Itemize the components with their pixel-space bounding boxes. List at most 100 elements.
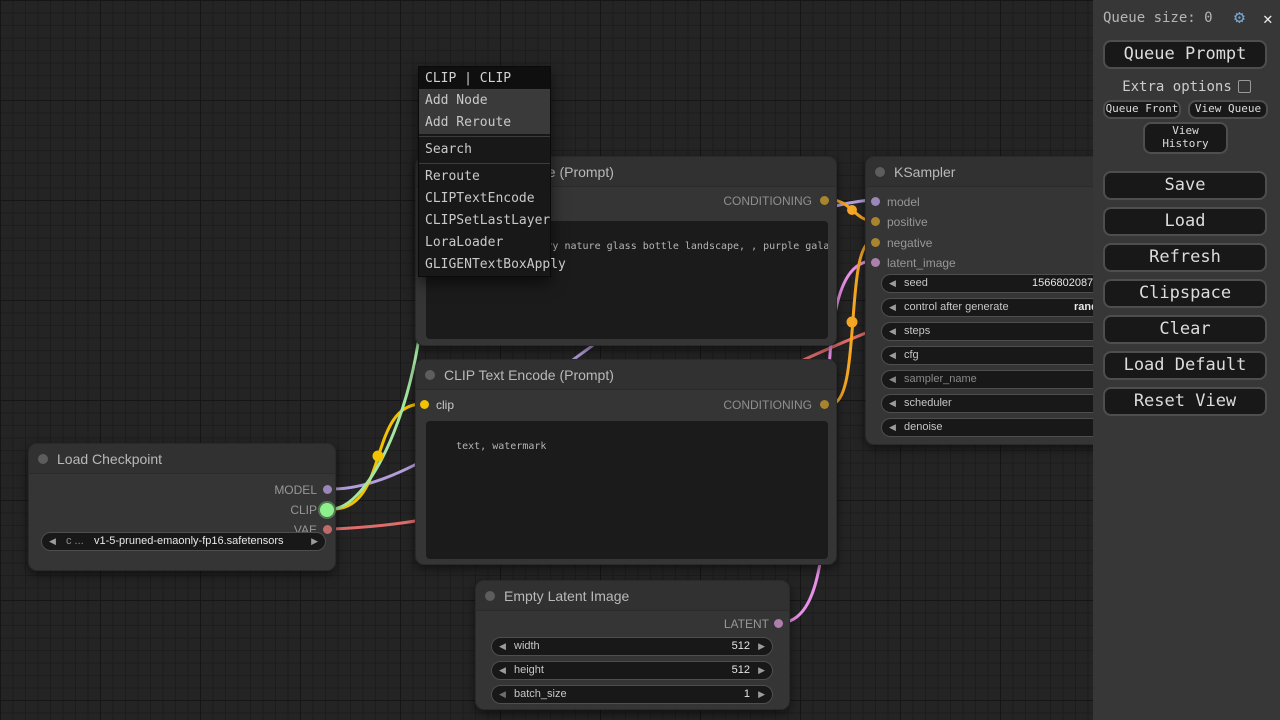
height-widget[interactable]: ◀ height 512 ▶ [491,661,773,680]
batch-size-label: batch_size [514,686,567,703]
cfg-label: cfg [904,347,919,364]
latent-image-input-label: latent_image [887,256,956,270]
model-input-label: model [887,195,920,209]
ckpt-name-label: c ... [66,533,84,550]
menu-separator [419,136,550,137]
control-after-generate-label: control after generate [904,299,1009,316]
negative-input-label: negative [887,236,932,250]
view-history-button[interactable]: View History [1143,122,1228,154]
seed-value: 1566802087 [1032,275,1093,292]
menu-item-add-node[interactable]: Add Node [419,90,550,112]
menu-item-clipsetlastlayer[interactable]: CLIPSetLastLayer [419,210,550,232]
vae-output-slot[interactable] [323,525,332,534]
height-value: 512 [732,662,750,679]
comfy-menu-panel: Queue size: 0 ⚙ ✕ Queue Prompt Extra opt… [1093,0,1280,720]
negative-prompt-text: text, watermark [456,441,546,452]
queue-front-button[interactable]: Queue Front [1103,100,1181,119]
link-dot-clip [373,451,384,462]
increment-arrow-icon[interactable]: ▶ [758,662,765,679]
clip-output-slot[interactable] [320,503,334,517]
save-button[interactable]: Save [1103,171,1267,200]
clip-output-label: CLIP [290,503,317,517]
increment-arrow-icon[interactable]: ▶ [311,533,318,550]
decrement-arrow-icon[interactable]: ◀ [499,662,506,679]
negative-input-slot[interactable] [871,238,880,247]
menu-item-cliptextencode[interactable]: CLIPTextEncode [419,188,550,210]
queue-size-label: Queue size: [1103,10,1196,26]
close-icon[interactable]: ✕ [1263,9,1273,28]
menu-item-search[interactable]: Search [419,139,550,161]
menu-item-add-reroute[interactable]: Add Reroute [419,112,550,134]
decrement-arrow-icon[interactable]: ◀ [499,638,506,655]
node-clip-text-encode-negative[interactable]: CLIP Text Encode (Prompt) clip CONDITION… [415,359,837,565]
positive-input-slot[interactable] [871,217,880,226]
height-label: height [514,662,544,679]
load-button[interactable]: Load [1103,207,1267,236]
decrement-arrow-icon[interactable]: ◀ [49,533,56,550]
extra-options-checkbox[interactable] [1238,80,1251,93]
link-dragging [333,272,424,509]
conditioning-output-label: CONDITIONING [723,194,812,208]
node-load-checkpoint[interactable]: Load Checkpoint MODEL CLIP VAE ◀ c ... v… [28,443,336,571]
reset-view-button[interactable]: Reset View [1103,387,1267,416]
node-collapse-dot[interactable] [38,454,48,464]
node-title-bar[interactable]: Load Checkpoint [29,444,335,474]
load-default-button[interactable]: Load Default [1103,351,1267,380]
menu-separator [419,163,550,164]
queue-prompt-button[interactable]: Queue Prompt [1103,40,1267,69]
queue-size-value: 0 [1204,10,1212,26]
node-title: CLIP Text Encode (Prompt) [444,367,614,383]
denoise-label: denoise [904,419,943,436]
model-output-slot[interactable] [323,485,332,494]
width-widget[interactable]: ◀ width 512 ▶ [491,637,773,656]
ckpt-name-value: v1-5-pruned-emaonly-fp16.safetensors [94,533,284,550]
clear-button[interactable]: Clear [1103,315,1267,344]
decrement-arrow-icon[interactable]: ◀ [889,347,896,364]
model-input-slot[interactable] [871,197,880,206]
refresh-button[interactable]: Refresh [1103,243,1267,272]
context-menu-header: CLIP | CLIP [419,67,550,90]
increment-arrow-icon[interactable]: ▶ [758,638,765,655]
queue-size-row: Queue size: 0 ⚙ ✕ [1103,10,1273,32]
decrement-arrow-icon[interactable]: ◀ [889,371,896,388]
latent-image-input-slot[interactable] [871,258,880,267]
node-collapse-dot[interactable] [875,167,885,177]
decrement-arrow-icon[interactable]: ◀ [499,686,506,703]
decrement-arrow-icon[interactable]: ◀ [889,419,896,436]
node-title-bar[interactable]: CLIP Text Encode (Prompt) [416,360,836,390]
settings-gear-icon[interactable]: ⚙ [1234,7,1245,28]
conditioning-output-slot[interactable] [820,400,829,409]
clipspace-button[interactable]: Clipspace [1103,279,1267,308]
ckpt-name-widget[interactable]: ◀ c ... v1-5-pruned-emaonly-fp16.safeten… [41,532,326,551]
steps-label: steps [904,323,930,340]
node-collapse-dot[interactable] [425,370,435,380]
width-label: width [514,638,540,655]
node-title-bar[interactable]: Empty Latent Image [476,581,789,611]
negative-prompt-textarea[interactable]: text, watermark [426,421,828,559]
extra-options-row: Extra options [1093,79,1280,95]
width-value: 512 [732,638,750,655]
node-collapse-dot[interactable] [485,591,495,601]
decrement-arrow-icon[interactable]: ◀ [889,323,896,340]
batch-size-widget[interactable]: ◀ batch_size 1 ▶ [491,685,773,704]
node-empty-latent-image[interactable]: Empty Latent Image LATENT ◀ width 512 ▶ … [475,580,790,710]
latent-output-slot[interactable] [774,619,783,628]
scheduler-label: scheduler [904,395,952,412]
node-title: KSampler [894,164,955,180]
latent-output-label: LATENT [724,617,769,631]
decrement-arrow-icon[interactable]: ◀ [889,275,896,292]
menu-item-loraloader[interactable]: LoraLoader [419,232,550,254]
seed-label: seed [904,275,928,292]
batch-size-value: 1 [744,686,750,703]
conditioning-output-slot[interactable] [820,196,829,205]
clip-input-slot[interactable] [420,400,429,409]
decrement-arrow-icon[interactable]: ◀ [889,299,896,316]
decrement-arrow-icon[interactable]: ◀ [889,395,896,412]
view-queue-button[interactable]: View Queue [1188,100,1268,119]
positive-input-label: positive [887,215,928,229]
context-menu: CLIP | CLIP Add Node Add Reroute Search … [418,66,551,277]
increment-arrow-icon[interactable]: ▶ [758,686,765,703]
menu-item-gligentextboxapply[interactable]: GLIGENTextBoxApply [419,254,550,276]
link-dot-conditioning-positive [847,205,857,215]
menu-item-reroute[interactable]: Reroute [419,166,550,188]
